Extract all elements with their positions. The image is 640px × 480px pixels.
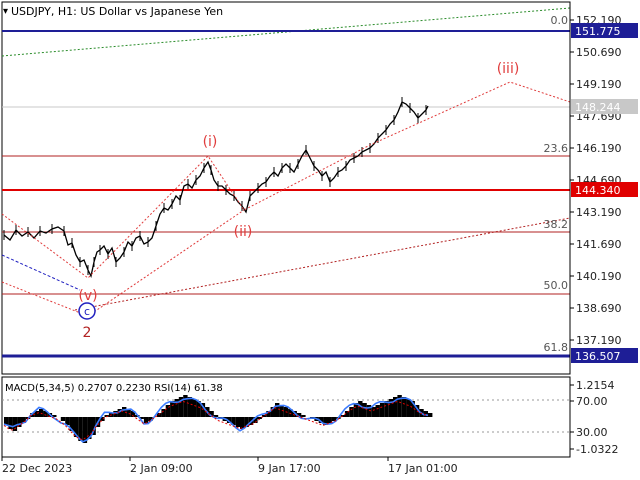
fib-label: 23.6 [544,142,569,155]
macd-bar [143,417,149,423]
fib-label: 38.2 [544,218,569,231]
macd-bar [362,403,367,417]
macd-bar [60,417,66,421]
price-tick-label: 137.190 [576,334,622,347]
time-axis: 22 Dec 2023 2 Jan 09:00 9 Jan 17:00 17 Jan … [1,457,458,475]
macd-bar [349,407,354,417]
macd-bar [353,403,359,417]
trading-chart[interactable]: ▾ USDJPY, H1: US Dollar vs Japanese Yen … [0,0,640,480]
indicator-label: MACD(5,34,5) 0.2707 0.2230 RSI(14) 61.38 [5,383,223,394]
wave-label-iii: (iii) [497,61,520,77]
macd-bar [82,417,88,443]
macd-bar [384,401,389,417]
price-tick-label: 143.190 [576,206,622,219]
macd-bar [17,417,22,427]
price-tick-label: 140.190 [576,270,622,283]
macd-bar [187,397,192,417]
wave-label-ii: (ii) [234,224,253,240]
macd-bar [401,397,407,417]
price-tick-label: 141.690 [576,238,622,251]
price-tick-label: 150.690 [576,46,622,59]
macd-bar [375,405,380,417]
macd-bar [358,401,363,417]
macd-bar [192,399,197,417]
indicator-tick-label: -1.0322 [576,443,618,456]
price-tag-bottom-level: 136.507 [575,350,621,363]
price-tag-support: 144.340 [575,184,621,197]
fib-label: 50.0 [544,279,569,292]
macd-bar [170,401,175,417]
price-axis: 152.190150.690149.190147.690146.190144.6… [569,2,638,374]
macd-bar [406,399,411,417]
macd-bar [161,409,166,417]
wave-label-c: c [84,305,90,318]
wave-label-v: (v) [78,288,97,304]
fib-label: 61.8 [544,341,569,354]
macd-bar [235,417,241,427]
price-tick-label: 146.190 [576,142,622,155]
time-tick-label: 17 Jan 01:00 [388,462,458,475]
indicator-tick-label: 1.2154 [576,379,615,392]
toggle-icon[interactable]: ▾ [3,6,8,17]
time-tick-label: 2 Jan 09:00 [130,462,193,475]
wave-label-i: (i) [203,134,218,150]
price-tag-top-level: 151.775 [575,25,621,38]
macd-bar [379,403,385,417]
time-tick-label: 22 Dec 2023 [2,462,72,475]
indicator-tick-label: 30.00 [576,426,608,439]
price-tick-label: 138.690 [576,302,622,315]
macd-bar [428,413,433,417]
price-tag-current: 148.244 [575,101,621,114]
chart-title: USDJPY, H1: US Dollar vs Japanese Yen [11,5,223,18]
macd-bar [301,415,306,417]
price-tick-label: 149.190 [576,78,622,91]
indicator-tick-label: 70.00 [576,395,608,408]
macd-bar [371,407,376,417]
macd-bar [240,417,245,429]
time-tick-label: 9 Jan 17:00 [258,462,321,475]
fib-label: 0.0 [551,14,569,27]
wave-label-2: 2 [83,325,92,341]
